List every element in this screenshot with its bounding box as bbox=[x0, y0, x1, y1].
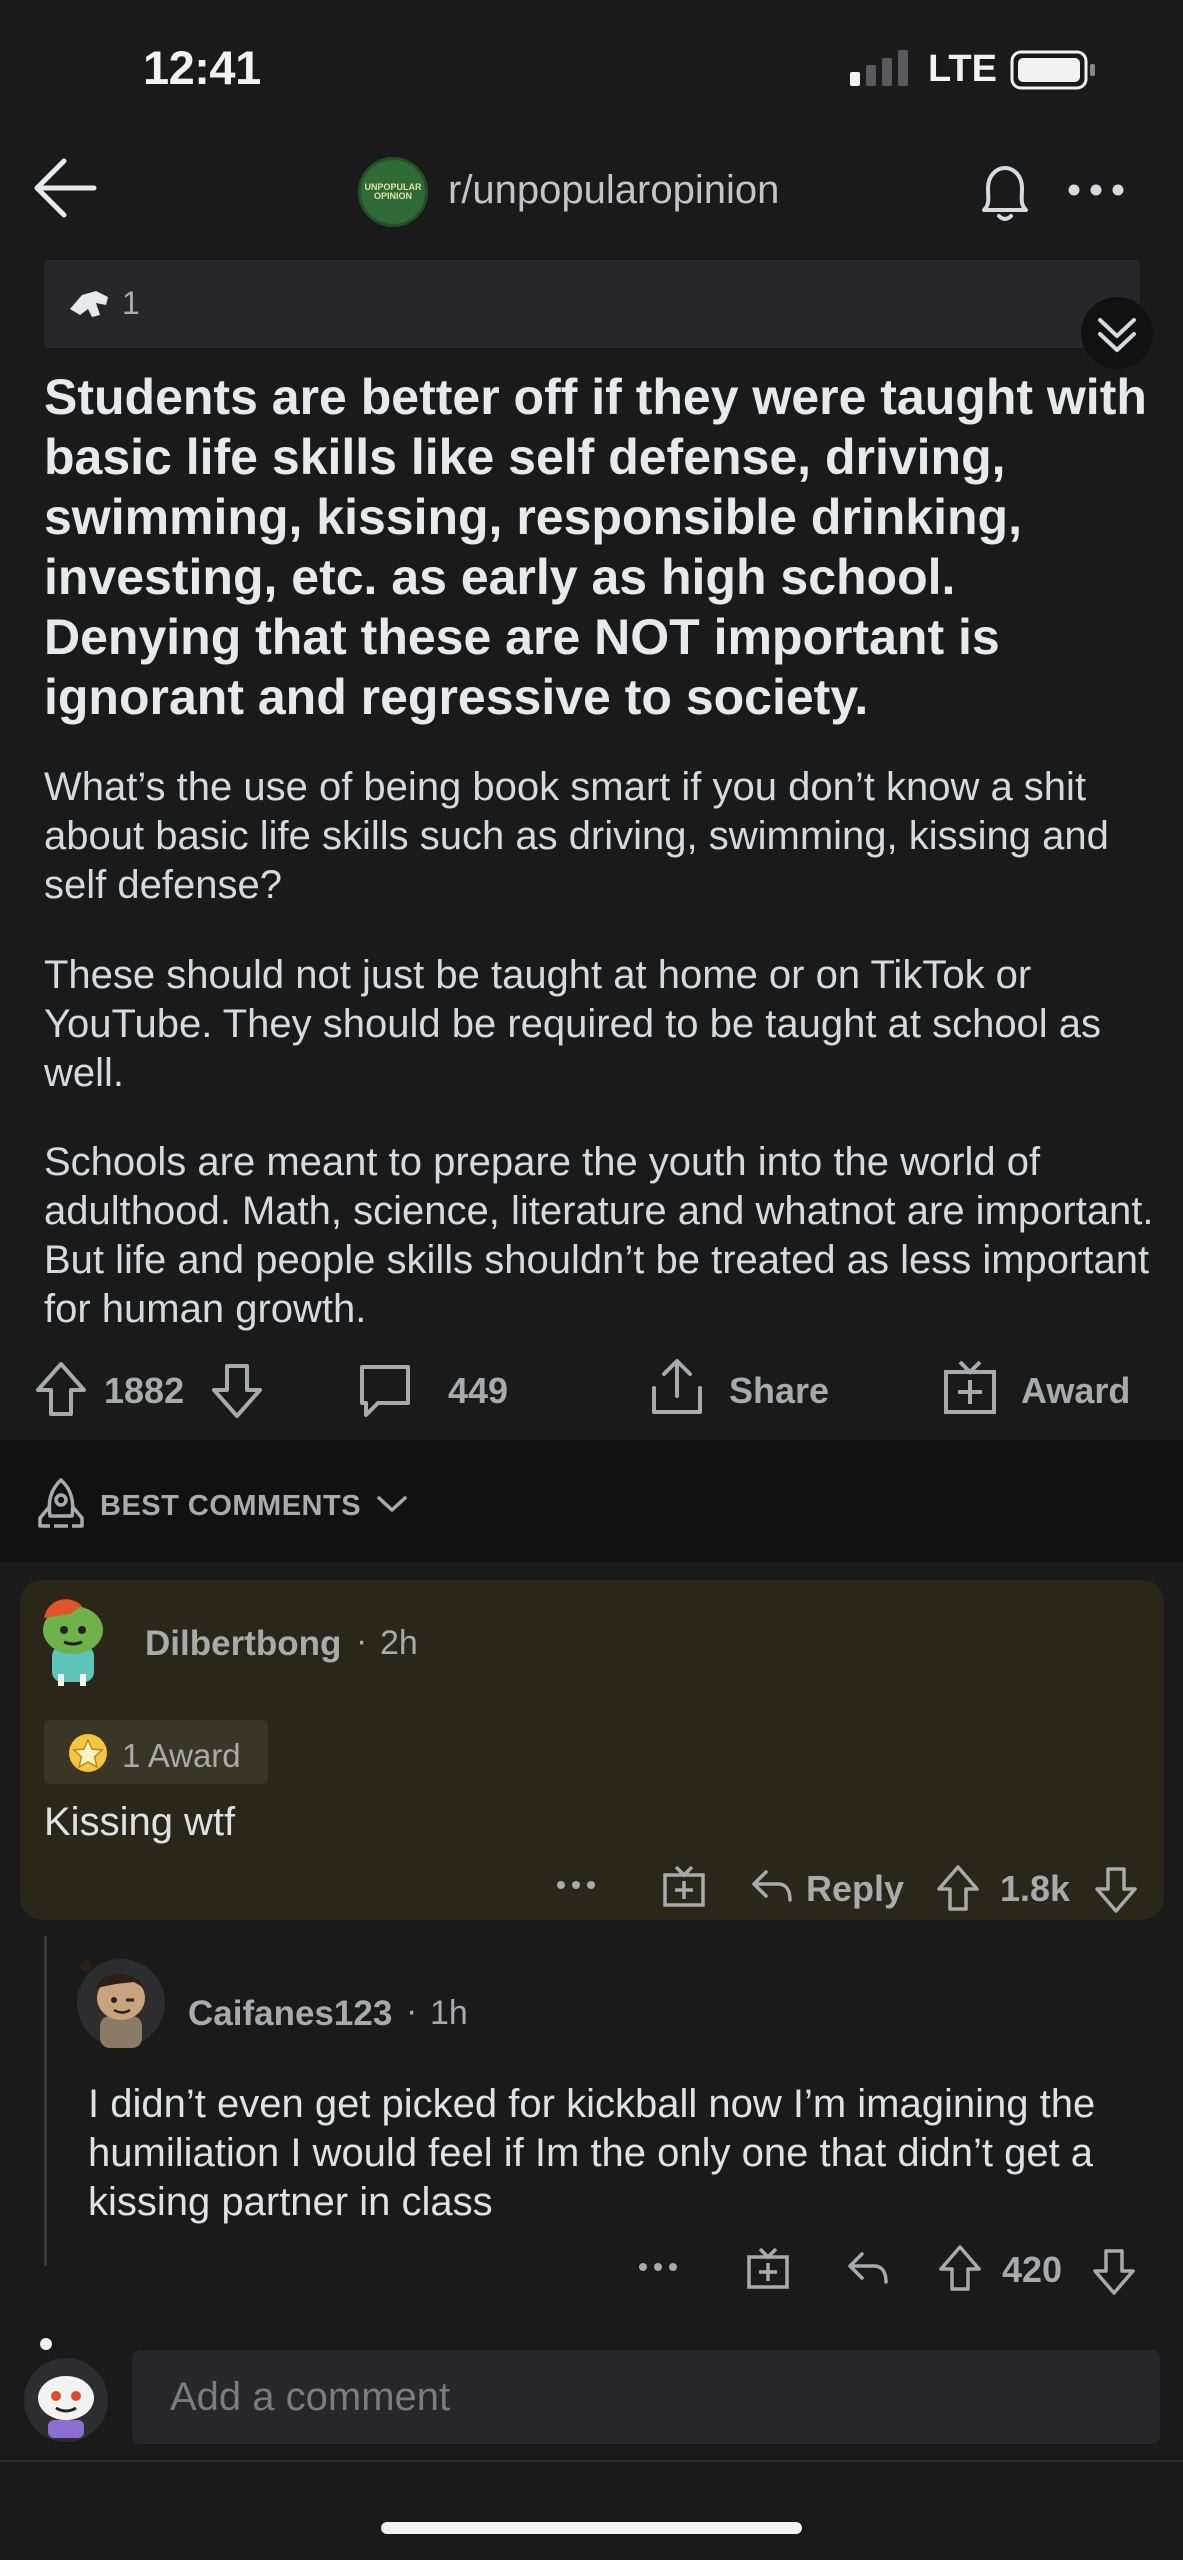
reply-icon[interactable] bbox=[750, 1866, 794, 1906]
post-body-paragraph: These should not just be taught at home … bbox=[44, 953, 1102, 1095]
award-gift-icon[interactable] bbox=[746, 2246, 790, 2290]
comment-body: I didn’t even get picked for kickball no… bbox=[88, 2082, 1096, 2224]
comment-username[interactable]: Dilbertbong bbox=[145, 1624, 341, 1664]
sort-dropdown[interactable]: BEST COMMENTS bbox=[100, 1490, 361, 1523]
star-award-icon bbox=[66, 1732, 110, 1774]
downvote-icon[interactable] bbox=[1092, 2248, 1136, 2296]
comment-more-icon[interactable] bbox=[638, 2262, 678, 2272]
upvote-icon[interactable] bbox=[936, 1864, 980, 1912]
status-time: 12:41 bbox=[143, 41, 261, 94]
thread-line[interactable] bbox=[44, 1936, 47, 2266]
post-comment-count[interactable]: 449 bbox=[448, 1370, 508, 1412]
comment-username[interactable]: Caifanes123 bbox=[188, 1994, 392, 2034]
share-icon[interactable] bbox=[648, 1356, 706, 1418]
comment-icon[interactable] bbox=[356, 1361, 414, 1419]
comment-separator-dot: · bbox=[356, 1622, 368, 1660]
home-indicator[interactable] bbox=[381, 2522, 802, 2534]
comment-vote-count: 420 bbox=[1002, 2249, 1063, 2290]
reply-icon[interactable] bbox=[846, 2248, 890, 2288]
post-vote-count: 1882 bbox=[104, 1370, 185, 1411]
add-comment-field[interactable] bbox=[132, 2350, 1160, 2444]
network-label: LTE bbox=[928, 48, 997, 90]
award-chip-label: 1 Award bbox=[122, 1737, 241, 1774]
subreddit-name[interactable]: r/unpopularopinion bbox=[448, 168, 779, 213]
avatar[interactable] bbox=[30, 1588, 114, 1688]
comment-vote-count: 1.8k bbox=[1000, 1868, 1071, 1909]
award-button[interactable]: Award bbox=[1021, 1370, 1130, 1412]
award-gift-icon[interactable] bbox=[662, 1864, 706, 1908]
post-award-count: 1 bbox=[122, 285, 140, 321]
bell-icon[interactable] bbox=[970, 158, 1040, 228]
post-award-bar bbox=[44, 260, 1140, 348]
comment-more-icon[interactable] bbox=[556, 1880, 596, 1890]
reply-button[interactable]: Reply bbox=[806, 1868, 904, 1910]
user-avatar[interactable] bbox=[18, 2336, 114, 2448]
back-arrow-icon[interactable] bbox=[30, 153, 100, 223]
comment-body: Kissing wtf bbox=[44, 1800, 236, 1844]
signal-icon bbox=[850, 50, 914, 86]
post-body-paragraph: Schools are meant to prepare the youth i… bbox=[44, 1140, 1154, 1331]
avatar[interactable] bbox=[76, 1958, 166, 2048]
rocket-icon bbox=[34, 1476, 88, 1534]
more-icon[interactable] bbox=[1066, 182, 1126, 198]
comment-input[interactable] bbox=[132, 2350, 1160, 2444]
battery-icon bbox=[1010, 50, 1096, 90]
hand-award-icon bbox=[66, 285, 114, 325]
award-gift-icon[interactable] bbox=[942, 1358, 998, 1416]
chevron-down-icon[interactable] bbox=[376, 1494, 408, 1514]
post-body-paragraph: What’s the use of being book smart if yo… bbox=[44, 765, 1109, 907]
downvote-icon[interactable] bbox=[1094, 1866, 1138, 1914]
upvote-icon[interactable] bbox=[34, 1360, 88, 1418]
divider bbox=[0, 2460, 1183, 2462]
subreddit-avatar[interactable]: UNPOPULAR OPINION bbox=[358, 157, 428, 227]
share-button[interactable]: Share bbox=[729, 1370, 829, 1412]
comment-separator-dot: · bbox=[406, 1992, 418, 2030]
post-title: Students are better off if they were tau… bbox=[44, 369, 1147, 725]
comment-age: 2h bbox=[380, 1624, 418, 1662]
comment-age: 1h bbox=[430, 1994, 468, 2032]
upvote-icon[interactable] bbox=[938, 2244, 982, 2292]
collapse-icon[interactable] bbox=[1080, 296, 1154, 370]
downvote-icon[interactable] bbox=[210, 1362, 264, 1420]
